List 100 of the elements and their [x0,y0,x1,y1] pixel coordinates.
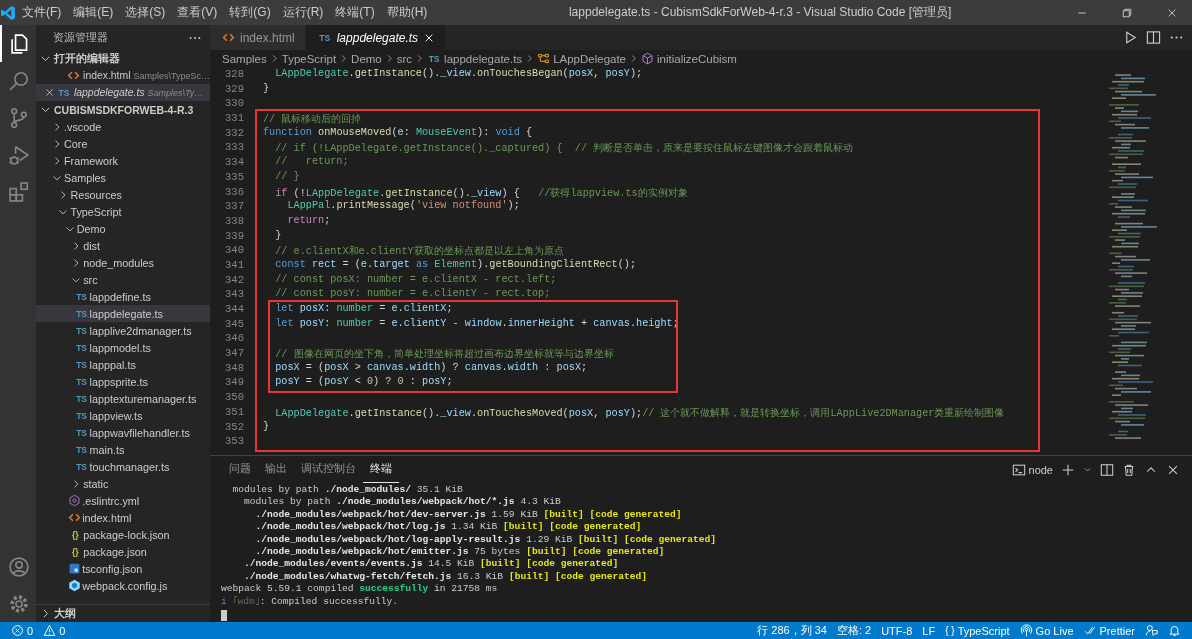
line-number: 335 [223,170,245,185]
panel-tab[interactable]: 终端 [363,456,399,483]
play-bug-icon [8,143,30,166]
new-terminal-icon[interactable] [1061,462,1075,477]
file-item[interactable]: TS touchmanager.ts [36,458,210,475]
code-line: function onMouseMoved(e: MouseEvent): void { [263,126,533,140]
line-number: 333 [223,141,245,156]
panel-tab[interactable]: 问题 [222,456,258,483]
chevron-down-icon[interactable] [1083,465,1092,474]
window-title: lappdelegate.ts - CubismSdkForWeb-4-r.3 - Visual Studio Code [管理员] [567,4,953,21]
file-item[interactable]: TS lappview.ts [36,407,210,424]
status-item[interactable]: 行 286，列 34 [752,622,832,639]
folder-item[interactable]: TypeScript [36,203,210,220]
folder-item[interactable]: Resources [36,186,210,203]
status-item[interactable]: 0 [38,622,71,639]
file-item[interactable]: TS lappsprite.ts [36,373,210,390]
file-item[interactable]: {} package-lock.json [36,526,210,543]
status-item[interactable]: { } TypeScript [940,622,1015,639]
line-number: 349 [223,376,245,391]
line-number: 352 [223,420,245,435]
close-icon[interactable] [44,87,55,98]
breadcrumb-item[interactable]: initializeCubism [641,52,737,65]
folder-item[interactable]: Framework [36,152,210,169]
open-editor-item[interactable]: index.html Samples\TypeSc… [36,67,210,84]
file-item[interactable]: TS lappdelegate.ts [36,305,210,322]
ts-file-icon: TS [427,53,442,64]
file-item[interactable]: TS lappmodel.ts [36,339,210,356]
section-header[interactable]: CUBISMSDKFORWEB-4-R.3 [36,101,210,118]
code-line: // e.clientX和e.clientY获取的坐标点都是以左上角为原点 [274,244,564,259]
status-item[interactable]: Prettier [1078,622,1140,639]
file-item[interactable]: TS lappwavfilehandler.ts [36,424,210,441]
line-number: 328 [223,68,245,82]
ts-file-icon: TS [74,444,89,455]
warning-icon [43,624,57,637]
status-item[interactable]: UTF-8 [876,622,918,639]
menu-item[interactable]: 查看(V) [171,0,224,25]
editor-tab[interactable]: index.html [210,25,306,50]
breadcrumb-item[interactable]: TS lappdelegate.ts [427,52,523,65]
panel-tab[interactable]: 输出 [258,456,294,483]
file-item[interactable]: {} package.json [36,543,210,560]
double-check-icon [1083,624,1097,637]
branch-icon [8,106,30,129]
breadcrumb-item[interactable]: LAppDelegate [537,52,627,65]
folder-item[interactable]: Demo [36,220,210,237]
run-icon[interactable] [1123,30,1138,45]
breadcrumb-item[interactable]: Demo [351,52,382,65]
menu-item[interactable]: 编辑(E) [67,0,120,25]
open-editor-item[interactable]: TS lappdelegate.ts Samples\Ty… [36,84,210,101]
ts-file-icon: TS [317,32,332,43]
status-item[interactable]: LF [917,622,941,639]
panel-tab[interactable]: 调试控制台 [294,456,363,483]
folder-item[interactable]: dist [36,237,210,254]
menu-item[interactable]: 转到(G) [223,0,277,25]
breadcrumb-item[interactable]: TypeScript [281,52,337,65]
file-item[interactable]: TS lapplive2dmanager.ts [36,322,210,339]
menu-item[interactable]: 帮助(H) [380,0,434,25]
menu-item[interactable]: 运行(R) [276,0,330,25]
terminal-selector[interactable]: node [1011,462,1053,477]
breadcrumb-item[interactable]: Samples [222,52,267,65]
file-item[interactable]: TS lapppal.ts [36,356,210,373]
search-icon [8,69,30,92]
folder-item[interactable]: node_modules [36,254,210,271]
hexagon-icon [68,494,82,507]
split-editor-icon[interactable] [1146,30,1161,45]
ts-file-icon: TS [74,291,89,302]
folder-item[interactable]: Core [36,135,210,152]
file-item[interactable]: tsconfig.json [36,560,210,577]
menu-item[interactable]: 终端(T) [329,0,381,25]
cube-icon [68,579,82,592]
file-item[interactable]: TS lappdefine.ts [36,288,210,305]
code-icon [222,31,235,44]
file-item[interactable]: webpack.config.js [36,577,210,594]
line-number: 341 [223,258,245,273]
status-item[interactable]: Go Live [1014,622,1079,639]
ts-file-icon: TS [74,342,89,353]
file-item[interactable]: TS lapptexturemanager.ts [36,390,210,407]
folder-item[interactable]: Samples [36,169,210,186]
code-line: LAppPal.printMessage('view notfound'); [286,200,520,214]
status-item[interactable]: 空格: 2 [831,622,877,639]
file-item[interactable]: TS main.ts [36,441,210,458]
code-line: posY = (posY < 0) ? 0 : posY; [274,376,453,390]
trash-icon[interactable] [1122,462,1136,477]
line-number: 339 [223,229,245,244]
file-item[interactable]: index.html [36,509,210,526]
line-number: 343 [223,288,245,303]
menu-item[interactable]: 选择(S) [119,0,172,25]
menu-item[interactable]: 文件(F) [16,0,68,25]
editor-tab[interactable]: TS lappdelegate.ts [305,25,447,50]
split-terminal-icon[interactable] [1100,462,1114,477]
section-header[interactable]: 打开的编辑器 [36,50,210,67]
file-item[interactable]: .eslintrc.yml [36,492,210,509]
line-number: 334 [223,156,245,171]
ts-file-icon: TS [74,376,89,387]
folder-item[interactable]: src [36,271,210,288]
ts-file-icon: TS [74,461,89,472]
status-item[interactable]: 0 [6,622,39,639]
folder-item[interactable]: .vscode [36,118,210,135]
ts-file-icon: TS [74,308,89,319]
breadcrumb-item[interactable]: src [396,52,413,65]
folder-item[interactable]: static [36,475,210,492]
